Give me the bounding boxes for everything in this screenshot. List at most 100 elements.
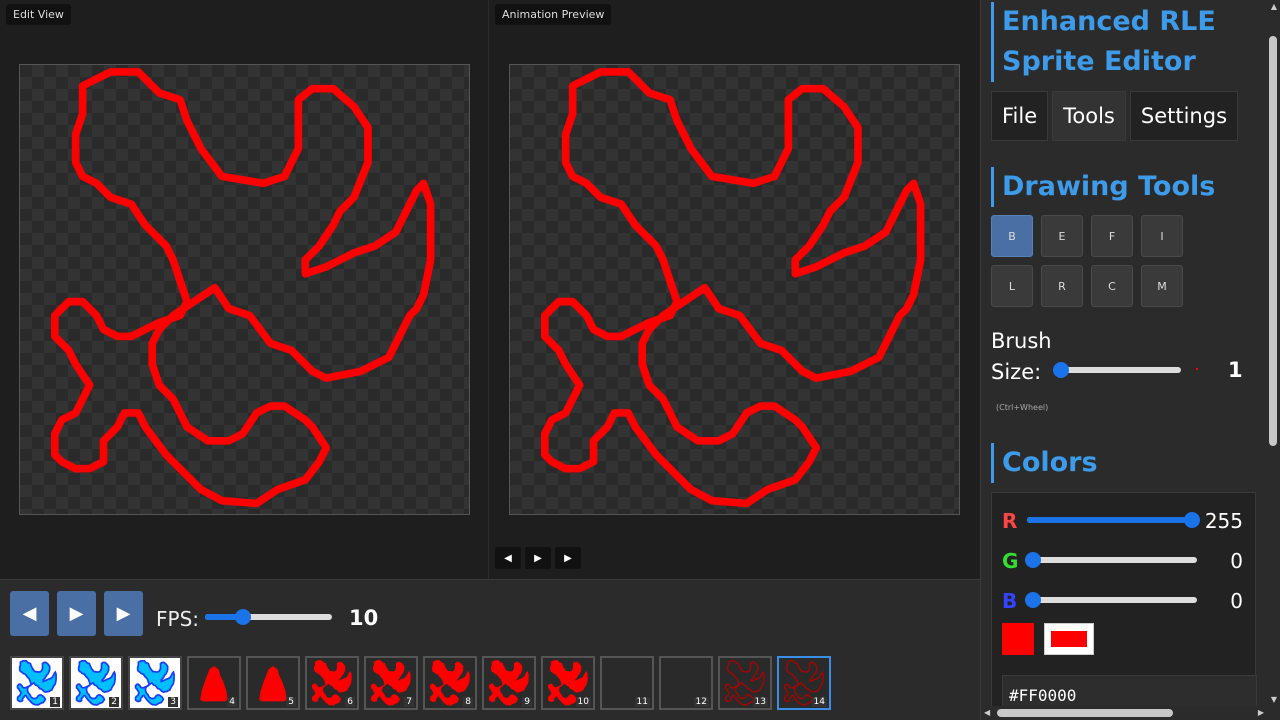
edit-sprite bbox=[50, 68, 435, 508]
preview-next-button[interactable]: ▶ bbox=[555, 547, 581, 569]
sidebar-tabs: File Tools Settings bbox=[991, 91, 1239, 141]
playback-controls: ◀ ▶ ▶ bbox=[10, 591, 143, 636]
fps-slider-thumb[interactable] bbox=[235, 609, 252, 625]
tool-grid: BEFI LRCM bbox=[991, 215, 1231, 307]
preview-controls: ◀ ▶ ▶ bbox=[495, 547, 581, 569]
color-picker-button[interactable] bbox=[1044, 623, 1094, 655]
frame-thumbnail[interactable]: 2 bbox=[69, 656, 123, 710]
green-slider-thumb[interactable] bbox=[1025, 552, 1041, 568]
brush-size-slider[interactable] bbox=[1053, 362, 1181, 378]
red-label: R bbox=[1002, 509, 1018, 533]
frame-thumbnail[interactable]: 13 bbox=[718, 656, 772, 710]
frame-number: 9 bbox=[522, 697, 532, 707]
frame-thumbnail[interactable]: 11 bbox=[600, 656, 654, 710]
tool-l-button[interactable]: L bbox=[991, 265, 1033, 307]
edit-view-label: Edit View bbox=[6, 4, 71, 25]
brush-size-label: Brush Size: bbox=[991, 326, 1052, 388]
frame-thumbnail[interactable]: 1 bbox=[10, 656, 64, 710]
colors-title: Colors bbox=[991, 443, 1098, 483]
tool-b-button[interactable]: B bbox=[991, 215, 1033, 257]
preview-prev-button[interactable]: ◀ bbox=[495, 547, 521, 569]
green-slider[interactable] bbox=[1025, 552, 1197, 568]
horizontal-scroll-thumb[interactable] bbox=[997, 709, 1173, 717]
red-value: 255 bbox=[1204, 509, 1243, 533]
frame-thumbnail[interactable]: 9 bbox=[482, 656, 536, 710]
tool-e-button[interactable]: E bbox=[1041, 215, 1083, 257]
sidebar-horizontal-scrollbar[interactable]: ◀ ▶ bbox=[981, 706, 1267, 720]
brush-label-line1: Brush bbox=[991, 329, 1052, 353]
tool-f-button[interactable]: F bbox=[1091, 215, 1133, 257]
frame-number: 7 bbox=[404, 697, 414, 707]
scroll-up-icon[interactable]: ▲ bbox=[1271, 2, 1277, 11]
sidebar-vertical-scrollbar[interactable]: ▲ ▼ bbox=[1266, 0, 1280, 720]
brush-preview-dot bbox=[1196, 368, 1198, 370]
preview-sprite bbox=[540, 68, 925, 508]
tab-file[interactable]: File bbox=[991, 91, 1049, 141]
scroll-right-icon[interactable]: ▶ bbox=[1258, 708, 1264, 717]
frame-number: 3 bbox=[168, 697, 178, 707]
blue-value: 0 bbox=[1230, 589, 1243, 613]
app-title: Enhanced RLE Sprite Editor bbox=[991, 2, 1216, 82]
next-frame-button[interactable]: ▶ bbox=[104, 591, 143, 636]
color-picker-preview bbox=[1051, 631, 1087, 647]
frame-number: 14 bbox=[811, 697, 827, 707]
frame-number: 10 bbox=[575, 697, 591, 707]
current-color-swatch[interactable] bbox=[1002, 623, 1034, 655]
brush-size-value: 1 bbox=[1228, 358, 1243, 382]
preview-label: Animation Preview bbox=[495, 4, 612, 25]
green-value: 0 bbox=[1230, 549, 1243, 573]
tool-m-button[interactable]: M bbox=[1141, 265, 1183, 307]
frame-number: 8 bbox=[463, 697, 473, 707]
tool-c-button[interactable]: C bbox=[1091, 265, 1133, 307]
tool-i-button[interactable]: I bbox=[1141, 215, 1183, 257]
frame-thumbnail[interactable]: 4 bbox=[187, 656, 241, 710]
frame-thumbnail[interactable]: 6 bbox=[305, 656, 359, 710]
red-slider-fill bbox=[1027, 517, 1192, 523]
brush-hint: (Ctrl+Wheel) bbox=[996, 403, 1049, 412]
frame-number: 13 bbox=[752, 697, 768, 707]
red-slider-thumb[interactable] bbox=[1184, 512, 1200, 528]
frame-number: 4 bbox=[227, 697, 237, 707]
frame-number: 12 bbox=[693, 697, 709, 707]
timeline-panel: ◀ ▶ ▶ FPS: 10 1 2 3 4 5 6 7 8 9 10 11 12 13 14 bbox=[0, 579, 980, 720]
scroll-down-icon[interactable]: ▼ bbox=[1271, 695, 1277, 704]
fps-slider[interactable] bbox=[205, 609, 332, 625]
scroll-left-icon[interactable]: ◀ bbox=[984, 708, 990, 717]
brush-size-thumb[interactable] bbox=[1053, 362, 1069, 378]
frame-number: 1 bbox=[50, 697, 60, 707]
frame-thumbnail[interactable]: 10 bbox=[541, 656, 595, 710]
edit-canvas[interactable] bbox=[19, 64, 470, 515]
prev-frame-button[interactable]: ◀ bbox=[10, 591, 49, 636]
drawing-tools-title: Drawing Tools bbox=[991, 167, 1215, 207]
vertical-scroll-thumb[interactable] bbox=[1269, 36, 1277, 446]
tab-settings[interactable]: Settings bbox=[1129, 91, 1239, 141]
app-title-line1: Enhanced RLE bbox=[1002, 6, 1216, 37]
tab-tools[interactable]: Tools bbox=[1052, 91, 1126, 141]
animation-preview-pane: Animation Preview ◀ ▶ ▶ bbox=[490, 0, 980, 579]
preview-canvas bbox=[509, 64, 960, 515]
frame-thumbnail[interactable]: 5 bbox=[246, 656, 300, 710]
color-panel: R 255 G 0 B 0 #FF0000 bbox=[991, 492, 1257, 720]
frame-number: 6 bbox=[345, 697, 355, 707]
frame-thumbnail[interactable]: 8 bbox=[423, 656, 477, 710]
frame-number: 11 bbox=[634, 697, 650, 707]
red-slider[interactable] bbox=[1027, 512, 1200, 528]
frame-number: 5 bbox=[286, 697, 296, 707]
frame-thumbnail[interactable]: 12 bbox=[659, 656, 713, 710]
frame-thumbnail[interactable]: 7 bbox=[364, 656, 418, 710]
blue-label: B bbox=[1002, 589, 1018, 613]
tool-r-button[interactable]: R bbox=[1041, 265, 1083, 307]
fps-value: 10 bbox=[349, 606, 379, 630]
preview-play-button[interactable]: ▶ bbox=[525, 547, 551, 569]
brush-label-line2: Size: bbox=[991, 360, 1042, 384]
frame-thumbnail[interactable]: 3 bbox=[128, 656, 182, 710]
workspace: Edit View Animation Preview ◀ ▶ ▶ ◀ ▶ ▶ … bbox=[0, 0, 980, 720]
green-label: G bbox=[1002, 549, 1019, 573]
blue-slider[interactable] bbox=[1025, 592, 1197, 608]
play-button[interactable]: ▶ bbox=[57, 591, 96, 636]
edit-view-pane: Edit View bbox=[0, 0, 489, 579]
frame-number: 2 bbox=[109, 697, 119, 707]
frame-thumbnail[interactable]: 14 bbox=[777, 656, 831, 710]
blue-slider-thumb[interactable] bbox=[1025, 592, 1041, 608]
fps-label: FPS: bbox=[156, 607, 199, 631]
